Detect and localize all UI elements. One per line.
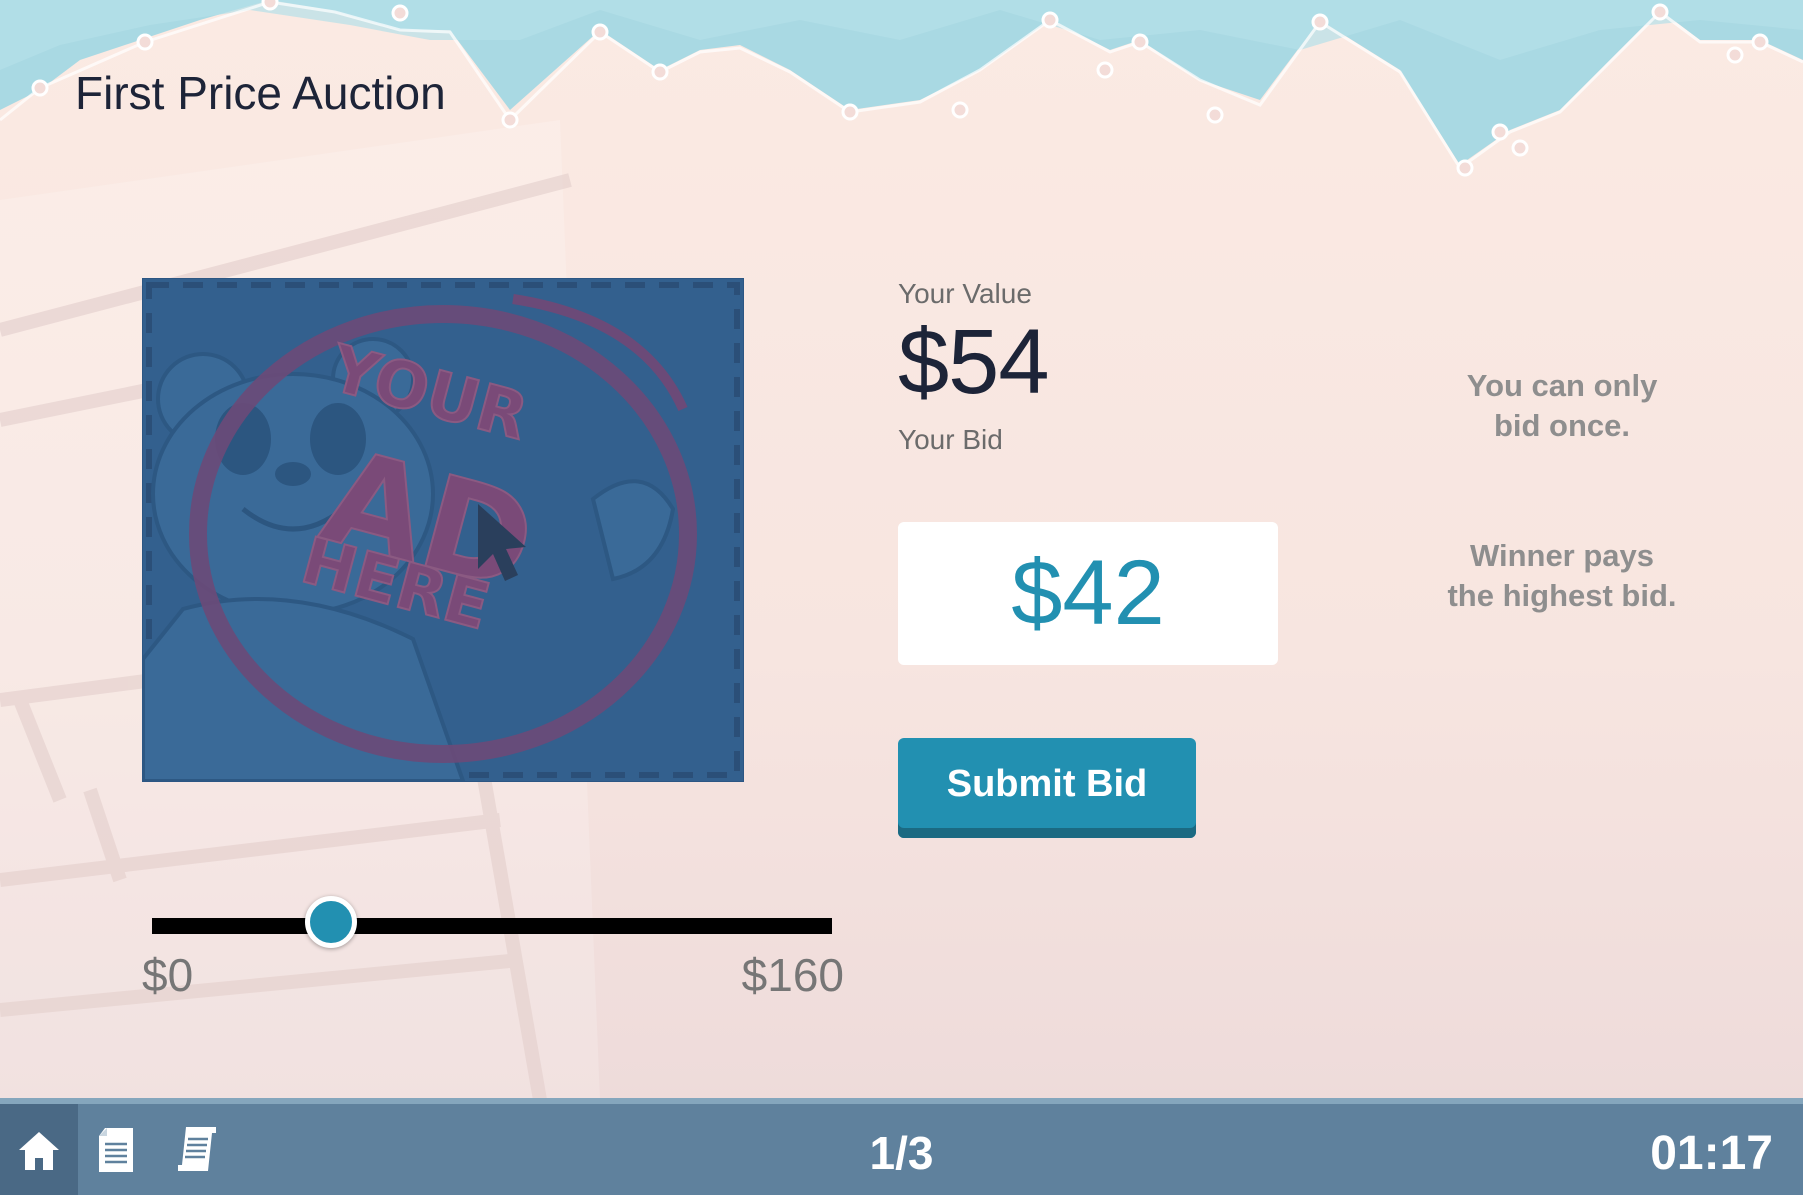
home-button[interactable]	[0, 1104, 78, 1195]
hint-line: bid once.	[1493, 408, 1631, 443]
hint-line: the highest bid.	[1447, 578, 1677, 613]
submit-bid-button[interactable]: Submit Bid	[898, 738, 1196, 838]
hint-line: You can only	[1466, 368, 1658, 403]
slider-max-label: $160	[741, 949, 844, 1001]
hint-line: Winner pays	[1469, 538, 1655, 573]
page-title: First Price Auction	[75, 67, 446, 119]
bid-slider[interactable]: $0 $160	[142, 896, 844, 1001]
countdown-timer: 01:17	[1650, 1127, 1773, 1180]
your-bid-label: Your Bid	[898, 424, 1003, 455]
your-value-amount: $54	[898, 311, 1049, 413]
receipt-icon	[178, 1126, 216, 1171]
hint-bid-once: You can only bid once.	[1392, 366, 1732, 446]
slider-min-label: $0	[142, 949, 194, 1001]
home-icon	[19, 1131, 59, 1170]
your-value-label: Your Value	[898, 278, 1032, 309]
bid-amount-display: $42	[898, 522, 1278, 665]
slider-thumb[interactable]	[305, 896, 357, 948]
ad-image: YOUR AD HERE	[143, 279, 743, 781]
page-counter: 1/3	[869, 1127, 934, 1179]
receipt-button[interactable]	[158, 1104, 236, 1195]
notes-button[interactable]	[78, 1104, 156, 1195]
footer-bar: 1/3 01:17	[0, 1098, 1803, 1195]
notes-icon	[99, 1127, 133, 1172]
hint-winner-pays: Winner pays the highest bid.	[1392, 536, 1732, 616]
